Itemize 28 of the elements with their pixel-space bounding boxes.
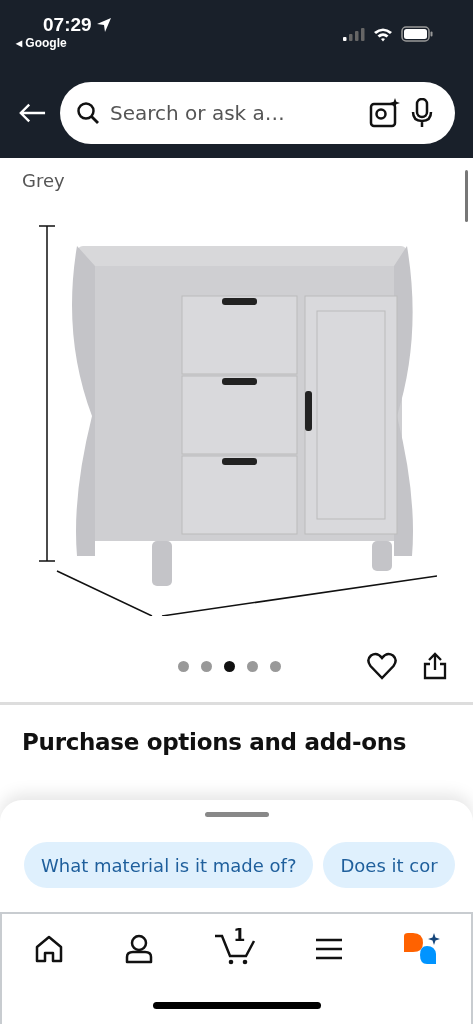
wifi-icon [373, 26, 393, 42]
suggestion-chip[interactable]: What material is it made of? [24, 842, 314, 888]
product-title: Grey [22, 170, 65, 193]
sheet-handle[interactable] [204, 812, 269, 817]
back-arrow-icon[interactable] [18, 102, 46, 124]
assistant-icon[interactable] [403, 932, 441, 966]
carousel-dot[interactable] [201, 660, 212, 672]
signal-icon [343, 27, 365, 41]
carousel-dot[interactable] [270, 660, 281, 672]
microphone-icon[interactable] [411, 98, 433, 128]
menu-icon[interactable] [315, 937, 344, 961]
suggestion-chip[interactable]: Does it cor [323, 842, 455, 888]
battery-icon [401, 26, 433, 42]
status-time: 07:29 [43, 14, 92, 36]
search-bar[interactable]: Search or ask a… [60, 82, 455, 144]
back-to-app-link[interactable]: ◂ Google [16, 36, 67, 50]
search-icon [76, 101, 100, 125]
home-icon[interactable] [34, 934, 64, 964]
carousel-dot[interactable] [247, 660, 258, 672]
search-field[interactable]: Search or ask a… [110, 101, 359, 125]
camera-icon[interactable] [369, 98, 401, 128]
carousel-dot[interactable] [178, 660, 189, 672]
carousel-dot[interactable] [224, 660, 235, 672]
location-arrow-icon [95, 17, 112, 33]
share-icon[interactable] [423, 652, 447, 680]
account-icon[interactable] [123, 934, 154, 964]
section-heading: Purchase options and add-ons [22, 729, 408, 755]
heart-icon[interactable] [367, 652, 397, 680]
